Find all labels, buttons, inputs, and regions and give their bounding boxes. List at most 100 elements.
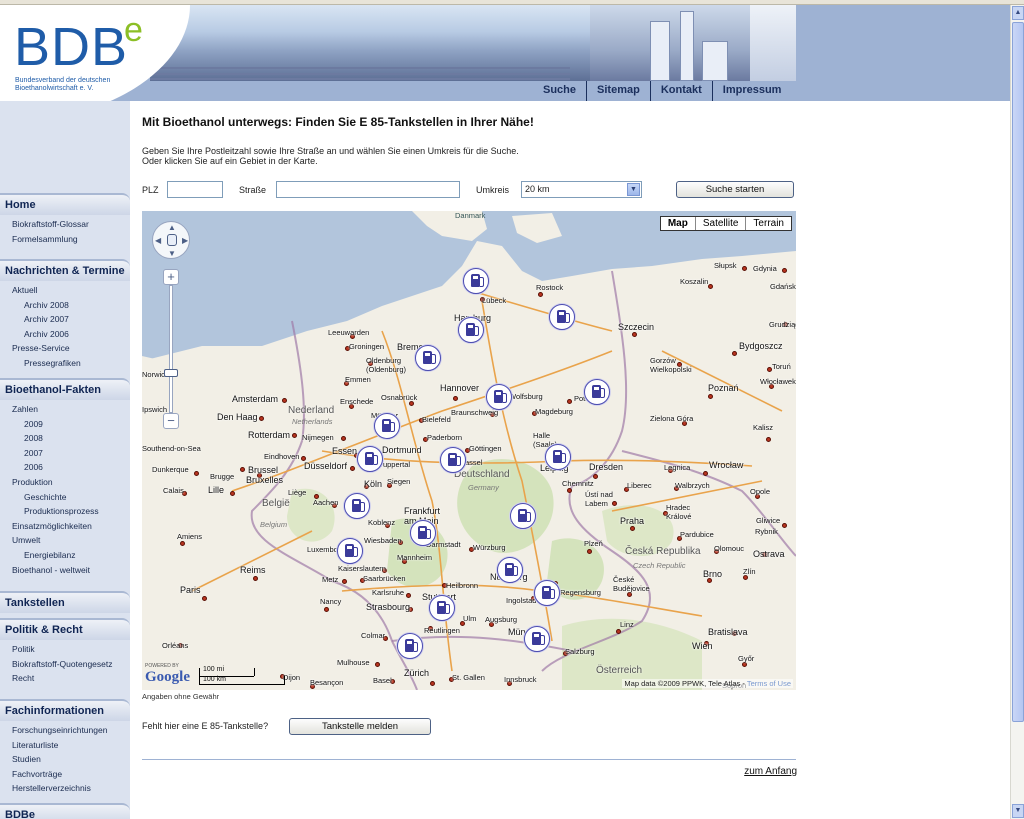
nav-sitemap[interactable]: Sitemap bbox=[587, 81, 651, 101]
street-label: Straße bbox=[239, 185, 267, 195]
e85-station-marker[interactable] bbox=[497, 557, 523, 583]
sidebar-section-2[interactable]: Bioethanol-Fakten bbox=[0, 378, 130, 400]
vertical-scrollbar[interactable]: ▲ ▼ bbox=[1010, 5, 1024, 819]
scroll-down-icon[interactable]: ▼ bbox=[1012, 804, 1024, 818]
city-rotterdam: Rotterdam bbox=[248, 430, 291, 440]
sidebar-section-0[interactable]: Home bbox=[0, 193, 130, 215]
e85-station-marker[interactable] bbox=[397, 633, 423, 659]
e85-station-marker[interactable] bbox=[510, 503, 536, 529]
sidebar-item[interactable]: 2007 bbox=[24, 448, 43, 458]
sidebar-item[interactable]: Zahlen bbox=[12, 404, 38, 414]
back-to-top-link[interactable]: zum Anfang bbox=[744, 766, 797, 777]
zoom-out-button[interactable]: − bbox=[163, 413, 179, 429]
sidebar-item[interactable]: Biokraftstoff-Glossar bbox=[12, 219, 89, 229]
e85-station-marker[interactable] bbox=[344, 493, 370, 519]
nav-kontakt[interactable]: Kontakt bbox=[651, 81, 713, 101]
sidebar-item[interactable]: Energiebilanz bbox=[24, 550, 76, 560]
sidebar-item[interactable]: Bioethanol - weltweit bbox=[12, 565, 90, 575]
plz-input[interactable] bbox=[167, 181, 223, 198]
sidebar-item[interactable]: Produktion bbox=[12, 477, 53, 487]
e85-station-marker[interactable] bbox=[524, 626, 550, 652]
e85-station-marker[interactable] bbox=[463, 268, 489, 294]
sidebar-item[interactable]: 2006 bbox=[24, 462, 43, 472]
e85-station-marker[interactable] bbox=[415, 345, 441, 371]
scroll-up-icon[interactable]: ▲ bbox=[1012, 6, 1024, 20]
sidebar-item[interactable]: Archiv 2007 bbox=[24, 314, 69, 324]
sidebar-item[interactable]: Biokraftstoff-Quotengesetz bbox=[12, 659, 112, 669]
scrollbar-thumb[interactable] bbox=[1012, 22, 1024, 722]
e85-station-marker[interactable] bbox=[458, 317, 484, 343]
map-type-map[interactable]: Map bbox=[660, 217, 696, 230]
city-kalisz: Kalisz bbox=[753, 423, 774, 432]
sidebar-item[interactable]: Fachvorträge bbox=[12, 769, 62, 779]
sidebar-item[interactable]: Archiv 2006 bbox=[24, 329, 69, 339]
chevron-down-icon[interactable]: ▼ bbox=[627, 183, 640, 196]
sidebar-item[interactable]: Archiv 2008 bbox=[24, 300, 69, 310]
sidebar-item[interactable]: Forschungseinrichtungen bbox=[12, 725, 107, 735]
sidebar-item[interactable]: Formelsammlung bbox=[12, 234, 78, 244]
pan-up-icon[interactable]: ▲ bbox=[168, 224, 176, 232]
sidebar-section-1[interactable]: Nachrichten & Termine bbox=[0, 259, 130, 281]
search-button[interactable]: Suche starten bbox=[676, 181, 794, 198]
sidebar-item[interactable]: Einsatzmöglichkeiten bbox=[12, 521, 92, 531]
e85-station-marker[interactable] bbox=[429, 595, 455, 621]
e85-station-marker[interactable] bbox=[534, 580, 560, 606]
zoom-slider-track[interactable] bbox=[169, 285, 173, 413]
city-liberec: Liberec bbox=[627, 481, 652, 490]
city-augsburg: Augsburg bbox=[485, 615, 518, 624]
city-saarbruecken: Saarbrücken bbox=[363, 574, 406, 583]
city-kaiserslautern: Kaiserslautern bbox=[338, 564, 386, 573]
e85-station-marker[interactable] bbox=[440, 447, 466, 473]
sidebar-item[interactable]: Studien bbox=[12, 754, 41, 764]
sidebar-item[interactable]: Recht bbox=[12, 673, 34, 683]
street-input[interactable] bbox=[276, 181, 460, 198]
city-karlsruhe: Karlsruhe bbox=[372, 588, 405, 597]
zoom-slider-thumb[interactable] bbox=[164, 369, 178, 377]
sidebar-item[interactable]: Umwelt bbox=[12, 535, 40, 545]
sidebar-section-6[interactable]: BDBe bbox=[0, 803, 130, 819]
hand-icon[interactable] bbox=[167, 234, 177, 246]
sidebar-item[interactable]: 2009 bbox=[24, 419, 43, 429]
radius-select[interactable]: 20 km ▼ bbox=[521, 181, 642, 198]
sidebar-item[interactable]: Herstellerverzeichnis bbox=[12, 783, 91, 793]
e85-station-marker[interactable] bbox=[486, 384, 512, 410]
sidebar-section-5[interactable]: Fachinformationen bbox=[0, 699, 130, 721]
sidebar-item[interactable]: Geschichte bbox=[24, 492, 67, 502]
terms-of-use-link[interactable]: Terms of Use bbox=[747, 679, 791, 688]
nav-impressum[interactable]: Impressum bbox=[713, 81, 794, 101]
e85-station-marker[interactable] bbox=[584, 379, 610, 405]
city-zlin: Zlín bbox=[743, 567, 756, 576]
pan-left-icon[interactable]: ◀ bbox=[155, 237, 161, 245]
sidebar-item[interactable]: Literaturliste bbox=[12, 740, 58, 750]
map-type-satellite[interactable]: Satellite bbox=[695, 217, 747, 230]
pan-right-icon[interactable]: ▶ bbox=[182, 237, 188, 245]
pan-down-icon[interactable]: ▼ bbox=[168, 250, 176, 258]
city-salzburg: Salzburg bbox=[565, 647, 595, 656]
google-logo[interactable]: Google bbox=[145, 669, 190, 686]
report-station-button[interactable]: Tankstelle melden bbox=[289, 718, 431, 735]
map[interactable]: Danmark Lübeck Rostock Hamburg Szczecin … bbox=[142, 211, 796, 690]
nav-suche[interactable]: Suche bbox=[533, 81, 588, 101]
e85-station-marker[interactable] bbox=[410, 520, 436, 546]
e85-station-marker[interactable] bbox=[337, 538, 363, 564]
e85-station-marker[interactable] bbox=[357, 446, 383, 472]
sidebar-item[interactable]: 2008 bbox=[24, 433, 43, 443]
map-pan-control[interactable]: ▲ ▼ ◀ ▶ bbox=[152, 221, 190, 259]
sidebar-section-3[interactable]: Tankstellen bbox=[0, 591, 130, 613]
intro-text-line1: Geben Sie Ihre Postleitzahl sowie Ihre S… bbox=[142, 146, 519, 156]
e85-station-marker[interactable] bbox=[374, 413, 400, 439]
map-type-terrain[interactable]: Terrain bbox=[746, 217, 791, 230]
zoom-in-button[interactable]: + bbox=[163, 269, 179, 285]
e85-station-marker[interactable] bbox=[545, 444, 571, 470]
sidebar-item[interactable]: Pressegrafiken bbox=[24, 358, 81, 368]
sidebar-section-4[interactable]: Politik & Recht bbox=[0, 618, 130, 640]
sidebar-item[interactable]: Politik bbox=[12, 644, 35, 654]
city-paris: Paris bbox=[180, 585, 201, 595]
city-heilbronn: Heilbronn bbox=[446, 581, 479, 590]
city-goettingen: Göttingen bbox=[469, 444, 502, 453]
logo-mark[interactable]: BDB bbox=[14, 17, 128, 77]
e85-station-marker[interactable] bbox=[549, 304, 575, 330]
sidebar-item[interactable]: Produktionsprozess bbox=[24, 506, 99, 516]
sidebar-item[interactable]: Presse-Service bbox=[12, 343, 70, 353]
sidebar-item[interactable]: Aktuell bbox=[12, 285, 38, 295]
